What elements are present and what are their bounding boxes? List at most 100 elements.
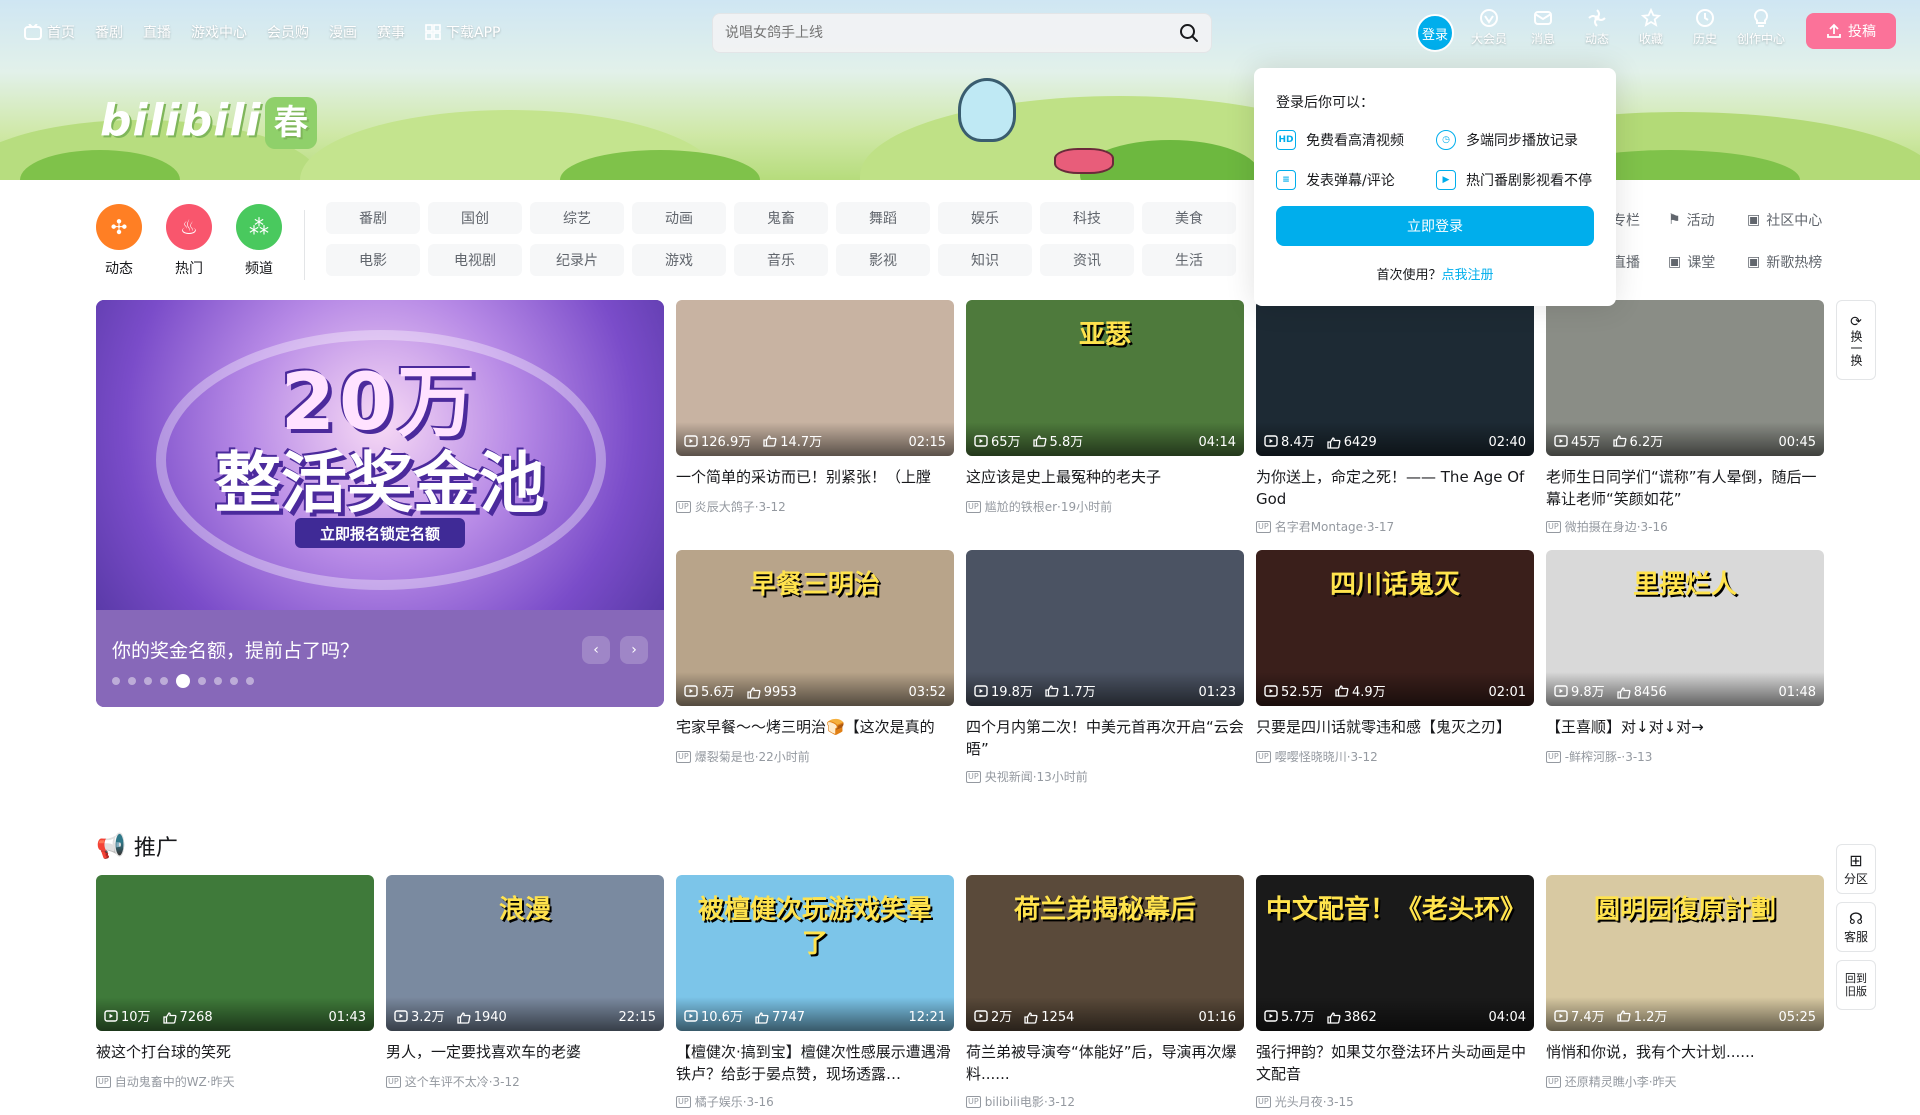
- video-meta[interactable]: UP 炎辰大鸽子 · 3-12: [676, 498, 954, 515]
- category-chip[interactable]: 鬼畜: [734, 202, 828, 234]
- carousel-dot[interactable]: [198, 677, 206, 685]
- video-thumbnail[interactable]: 8.4万 6429 02:40: [1256, 300, 1534, 456]
- video-title[interactable]: 老师生日同学们“谎称”有人晕倒，随后一幕让老师“笑颜如花”: [1546, 466, 1824, 510]
- video-meta[interactable]: UP 嘤嘤怪晓晓川 · 3-12: [1256, 748, 1534, 765]
- category-chip[interactable]: 娱乐: [938, 202, 1032, 234]
- promo-card[interactable]: 荷兰弟揭秘幕后 2万 1254 01:16 荷兰弟被导演夸“体能好”后，导演再次爆料..…: [966, 875, 1244, 1115]
- video-meta[interactable]: UP 橘子娱乐 · 3-16: [676, 1093, 954, 1110]
- video-card[interactable]: 亚瑟 65万 5.8万 04:14 这应该是史上最冤种的老夫子 UP 尴尬的铁根er · 1…: [966, 300, 1244, 540]
- video-thumbnail[interactable]: 四川话鬼灭 52.5万 4.9万 02:01: [1256, 550, 1534, 706]
- video-card[interactable]: 8.4万 6429 02:40 为你送上，命定之死！—— The Age Of God…: [1256, 300, 1534, 540]
- category-chip[interactable]: 资讯: [1040, 244, 1134, 276]
- promo-card[interactable]: 被檀健次玩游戏笑晕了 10.6万 7747 12:21 【檀健次·搞到宝】檀健次性感展示…: [676, 875, 954, 1115]
- video-title[interactable]: 一个简单的采访而已！别紧张！（上膛: [676, 466, 954, 488]
- carousel[interactable]: 20万 整活奖金池 立即报名锁定名额 你的奖金名额，提前占了吗？ ‹ ›: [96, 300, 664, 707]
- video-thumbnail[interactable]: 19.8万 1.7万 01:23: [966, 550, 1244, 706]
- nav-creator-center[interactable]: 创作中心: [1737, 8, 1785, 47]
- video-thumbnail[interactable]: 126.9万 14.7万 02:15: [676, 300, 954, 456]
- carousel-next-button[interactable]: ›: [620, 636, 648, 664]
- category-chip[interactable]: 国创: [428, 202, 522, 234]
- carousel-dot[interactable]: [128, 677, 136, 685]
- carousel-dot[interactable]: [160, 677, 168, 685]
- video-thumbnail[interactable]: 被檀健次玩游戏笑晕了 10.6万 7747 12:21: [676, 875, 954, 1031]
- carousel-image[interactable]: 20万 整活奖金池 立即报名锁定名额: [96, 300, 664, 610]
- nav-manga[interactable]: 漫画: [329, 22, 357, 42]
- video-thumbnail[interactable]: 亚瑟 65万 5.8万 04:14: [966, 300, 1244, 456]
- category-chip[interactable]: 美食: [1142, 202, 1236, 234]
- video-thumbnail[interactable]: 荷兰弟揭秘幕后 2万 1254 01:16: [966, 875, 1244, 1031]
- video-title[interactable]: 只要是四川话就零违和感【鬼灭之刃】: [1256, 716, 1534, 738]
- carousel-dot[interactable]: [246, 677, 254, 685]
- video-title[interactable]: 被这个打台球的笑死: [96, 1041, 374, 1063]
- video-thumbnail[interactable]: 10万 7268 01:43: [96, 875, 374, 1031]
- video-meta[interactable]: UP 这个车评不太冷 · 3-12: [386, 1073, 664, 1090]
- video-card[interactable]: 126.9万 14.7万 02:15 一个简单的采访而已！别紧张！（上膛 UP 炎辰大鸽子…: [676, 300, 954, 540]
- nav-dynamic[interactable]: 动态: [1575, 8, 1619, 47]
- video-thumbnail[interactable]: 浪漫 3.2万 1940 22:15: [386, 875, 664, 1031]
- category-chip[interactable]: 知识: [938, 244, 1032, 276]
- video-title[interactable]: 宅家早餐～～烤三明治🍞【这次是真的: [676, 716, 954, 738]
- video-title[interactable]: 男人，一定要找喜欢车的老婆: [386, 1041, 664, 1063]
- promo-card[interactable]: 浪漫 3.2万 1940 22:15 男人，一定要找喜欢车的老婆 UP 这个车评不太冷 · …: [386, 875, 664, 1115]
- nav-live[interactable]: 直播: [143, 22, 171, 42]
- video-title[interactable]: 【檀健次·搞到宝】檀健次性感展示遭遇滑铁卢？给彭于晏点赞，现场透露…: [676, 1041, 954, 1085]
- channel-hot[interactable]: ♨ 热门: [166, 204, 212, 278]
- video-meta[interactable]: UP 自动鬼畜中的WZ · 昨天: [96, 1073, 374, 1090]
- nav-message[interactable]: 消息: [1521, 8, 1565, 47]
- upload-button[interactable]: 投稿: [1806, 13, 1896, 49]
- video-meta[interactable]: UP 央视新闻 · 13小时前: [966, 768, 1244, 785]
- carousel-dot[interactable]: [214, 677, 222, 685]
- video-meta[interactable]: UP 名字君Montage · 3-17: [1256, 518, 1534, 535]
- carousel-prev-button[interactable]: ‹: [582, 636, 610, 664]
- promo-card[interactable]: 圆明园復原計劃 7.4万 1.2万 05:25 悄悄和你说，我有个大计划...... UP…: [1546, 875, 1824, 1115]
- category-chip[interactable]: 综艺: [530, 202, 624, 234]
- category-chip[interactable]: 音乐: [734, 244, 828, 276]
- carousel-caption[interactable]: 你的奖金名额，提前占了吗？: [112, 636, 359, 663]
- category-chip[interactable]: 游戏: [632, 244, 726, 276]
- video-card[interactable]: 19.8万 1.7万 01:23 四个月内第二次！中美元首再次开启“云会晤” UP 央视新…: [966, 550, 1244, 790]
- video-card[interactable]: 四川话鬼灭 52.5万 4.9万 02:01 只要是四川话就零违和感【鬼灭之刃】 UP 嘤嘤…: [1256, 550, 1534, 790]
- promo-card[interactable]: 10万 7268 01:43 被这个打台球的笑死 UP 自动鬼畜中的WZ · 昨天: [96, 875, 374, 1115]
- video-thumbnail[interactable]: 中文配音！《老头环》 5.7万 3862 04:04: [1256, 875, 1534, 1031]
- video-meta[interactable]: UP 爆裂菊是也 · 22小时前: [676, 748, 954, 765]
- login-button[interactable]: 立即登录: [1276, 206, 1594, 246]
- video-title[interactable]: 四个月内第二次！中美元首再次开启“云会晤”: [966, 716, 1244, 760]
- service-button[interactable]: ☊ 客服: [1836, 902, 1876, 952]
- nav-home[interactable]: 首页: [24, 22, 75, 42]
- category-column[interactable]: 专栏: [1612, 210, 1640, 230]
- category-chip[interactable]: 舞蹈: [836, 202, 930, 234]
- carousel-dot[interactable]: [176, 674, 190, 688]
- category-classroom[interactable]: ▣ 课堂: [1668, 252, 1715, 272]
- video-meta[interactable]: UP -鲜榨河豚- · 3-13: [1546, 748, 1824, 765]
- nav-esports[interactable]: 赛事: [377, 22, 405, 42]
- video-card[interactable]: 早餐三明治 5.6万 9953 03:52 宅家早餐～～烤三明治🍞【这次是真的 UP 爆裂菊…: [676, 550, 954, 790]
- video-meta[interactable]: UP 微拍摄在身边 · 3-16: [1546, 518, 1824, 535]
- search-icon[interactable]: [1179, 23, 1199, 43]
- category-activity[interactable]: ⚑ 活动: [1668, 210, 1715, 230]
- video-meta[interactable]: UP 尴尬的铁根er · 19小时前: [966, 498, 1244, 515]
- promo-card[interactable]: 中文配音！《老头环》 5.7万 3862 04:04 强行押韵？如果艾尔登法环片头动画是…: [1256, 875, 1534, 1115]
- category-chip[interactable]: 影视: [836, 244, 930, 276]
- video-thumbnail[interactable]: 里摆烂人 9.8万 8456 01:48: [1546, 550, 1824, 706]
- register-link[interactable]: 点我注册: [1442, 268, 1494, 283]
- category-new-songs[interactable]: ▣ 新歌热榜: [1747, 252, 1822, 272]
- category-chip[interactable]: 科技: [1040, 202, 1134, 234]
- category-chip[interactable]: 动画: [632, 202, 726, 234]
- carousel-dot[interactable]: [230, 677, 238, 685]
- video-meta[interactable]: UP bilibili电影 · 3-12: [966, 1093, 1244, 1110]
- nav-game-center[interactable]: 游戏中心: [191, 22, 247, 42]
- nav-vip[interactable]: 大会员: [1467, 8, 1511, 47]
- refresh-button[interactable]: ⟳ 换一换: [1836, 300, 1876, 380]
- video-title[interactable]: 这应该是史上最冤种的老夫子: [966, 466, 1244, 488]
- video-title[interactable]: 【王喜顺】对↓对↓对→: [1546, 716, 1824, 738]
- category-live[interactable]: 直播: [1612, 252, 1640, 272]
- video-thumbnail[interactable]: 45万 6.2万 00:45: [1546, 300, 1824, 456]
- nav-download-app[interactable]: 下载APP: [425, 22, 500, 42]
- video-thumbnail[interactable]: 早餐三明治 5.6万 9953 03:52: [676, 550, 954, 706]
- old-version-button[interactable]: 回到旧版: [1836, 960, 1876, 1010]
- carousel-dot[interactable]: [144, 677, 152, 685]
- search-input[interactable]: [725, 25, 1179, 41]
- video-title[interactable]: 为你送上，命定之死！—— The Age Of God: [1256, 466, 1534, 510]
- category-chip[interactable]: 番剧: [326, 202, 420, 234]
- video-title[interactable]: 悄悄和你说，我有个大计划......: [1546, 1041, 1824, 1063]
